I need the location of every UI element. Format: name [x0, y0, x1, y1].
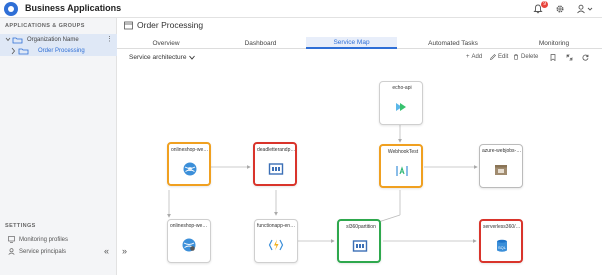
- node-label: serverless360/Batch: [483, 224, 523, 230]
- service-node-onlineshop-webapp-2[interactable]: onlineshop-webapp: [167, 219, 211, 263]
- service-node-sl360partition[interactable]: sl360partition: [337, 219, 381, 263]
- sidebar-section-title: APPLICATIONS & GROUPS: [5, 23, 85, 29]
- monitor-icon: [8, 236, 15, 243]
- chevron-folder-icon: [5, 37, 23, 43]
- view-select-value: Service architecture: [129, 54, 187, 61]
- node-label: functionapp-envelope: [257, 223, 297, 229]
- sidebar-item-label: Organization Name: [27, 36, 79, 43]
- edit-button[interactable]: Edit: [490, 54, 508, 60]
- queue-icon: [268, 161, 284, 177]
- pencil-icon: [490, 54, 496, 60]
- service-node-serverless360-batch[interactable]: serverless360/Batch SQL: [479, 219, 523, 263]
- tab-service-map[interactable]: Service Map: [306, 37, 397, 49]
- service-node-onlineshop-webapp[interactable]: onlineshop-webapp: [167, 142, 211, 186]
- sidebar-link-monitoring-profiles[interactable]: Monitoring profiles: [8, 236, 68, 243]
- plus-icon: +: [466, 54, 470, 60]
- queue-icon: [352, 238, 368, 254]
- more-options-icon[interactable]: ⋮: [106, 35, 113, 43]
- application-icon: [124, 21, 133, 29]
- add-button-label: Add: [471, 54, 483, 60]
- delete-button-label: Delete: [521, 54, 539, 60]
- chevron-down-icon: [189, 55, 196, 60]
- refresh-icon[interactable]: [582, 54, 589, 61]
- sidebar-item-organization[interactable]: Organization Name ⋮: [0, 34, 117, 45]
- top-bar: Business Applications 9: [0, 0, 602, 18]
- web-app-icon: [182, 161, 198, 177]
- add-button[interactable]: + Add: [466, 54, 482, 60]
- tab-monitoring[interactable]: Monitoring: [509, 37, 599, 49]
- view-select-dropdown[interactable]: Service architecture: [129, 54, 196, 61]
- node-label: onlineshop-webapp: [171, 147, 211, 153]
- chevron-folder-icon: [11, 47, 29, 54]
- node-label: sl360partition: [346, 224, 376, 230]
- service-node-webhooktest[interactable]: WebhookTest: [379, 144, 423, 188]
- settings-gear-icon[interactable]: [554, 3, 566, 15]
- storage-icon: [493, 162, 509, 178]
- service-map-toolbar: Service architecture + Add Edit Delete: [117, 52, 602, 65]
- node-label: echo-api: [392, 85, 412, 91]
- tab-overview[interactable]: Overview: [117, 37, 215, 49]
- sidebar: APPLICATIONS & GROUPS Organization Name …: [0, 18, 117, 275]
- app-logo-icon[interactable]: [4, 2, 18, 16]
- edit-button-label: Edit: [498, 54, 509, 60]
- reset-layout-icon[interactable]: [566, 54, 573, 61]
- node-label: deadletterandpartition: [257, 147, 297, 153]
- delete-button[interactable]: Delete: [513, 54, 538, 60]
- sidebar-item-order-processing[interactable]: Order Processing: [0, 45, 117, 56]
- tab-dashboard[interactable]: Dashboard: [215, 37, 306, 49]
- node-label: WebhookTest: [387, 149, 419, 155]
- bookmark-icon[interactable]: [550, 54, 556, 61]
- web-app-icon: [181, 237, 197, 253]
- tab-bar: Overview Dashboard Service Map Automated…: [117, 37, 602, 49]
- node-label: onlineshop-webapp: [170, 223, 210, 229]
- api-management-icon: [393, 99, 409, 115]
- service-map-canvas[interactable]: echo-api onlineshop-webapp deadletterand…: [117, 67, 602, 275]
- logic-app-icon: [394, 163, 410, 179]
- sql-database-icon: SQL: [494, 238, 510, 254]
- page-title: Order Processing: [124, 20, 203, 30]
- principal-icon: [8, 248, 15, 255]
- service-node-echo-api[interactable]: echo-api: [379, 81, 423, 125]
- collapse-sidebar-icon[interactable]: «: [104, 246, 109, 256]
- page-title-text: Order Processing: [137, 20, 204, 30]
- sidebar-item-label: Order Processing: [38, 47, 85, 54]
- service-node-functionapp-envelope[interactable]: functionapp-envelope: [254, 219, 298, 263]
- settings-section-title: SETTINGS: [5, 223, 36, 229]
- service-node-deadletterandpartition[interactable]: deadletterandpartition: [253, 142, 297, 186]
- node-label: azure-webjobs-host: [482, 148, 522, 154]
- top-icons: 9: [532, 1, 594, 15]
- notification-count-badge: 9: [541, 1, 548, 8]
- user-account-icon[interactable]: [576, 3, 594, 15]
- notifications-bell-icon[interactable]: 9: [532, 1, 548, 15]
- tab-automated-tasks[interactable]: Automated Tasks: [397, 37, 509, 49]
- svg-text:SQL: SQL: [498, 245, 507, 250]
- app-title: Business Applications: [25, 3, 122, 13]
- service-node-azure-webjobs-host[interactable]: azure-webjobs-host: [479, 144, 523, 188]
- sidebar-link-label: Service principals: [19, 248, 67, 255]
- sidebar-link-label: Monitoring profiles: [19, 236, 69, 243]
- sidebar-link-service-principals[interactable]: Service principals: [8, 248, 66, 255]
- trash-icon: [514, 54, 518, 60]
- function-icon: [268, 237, 284, 253]
